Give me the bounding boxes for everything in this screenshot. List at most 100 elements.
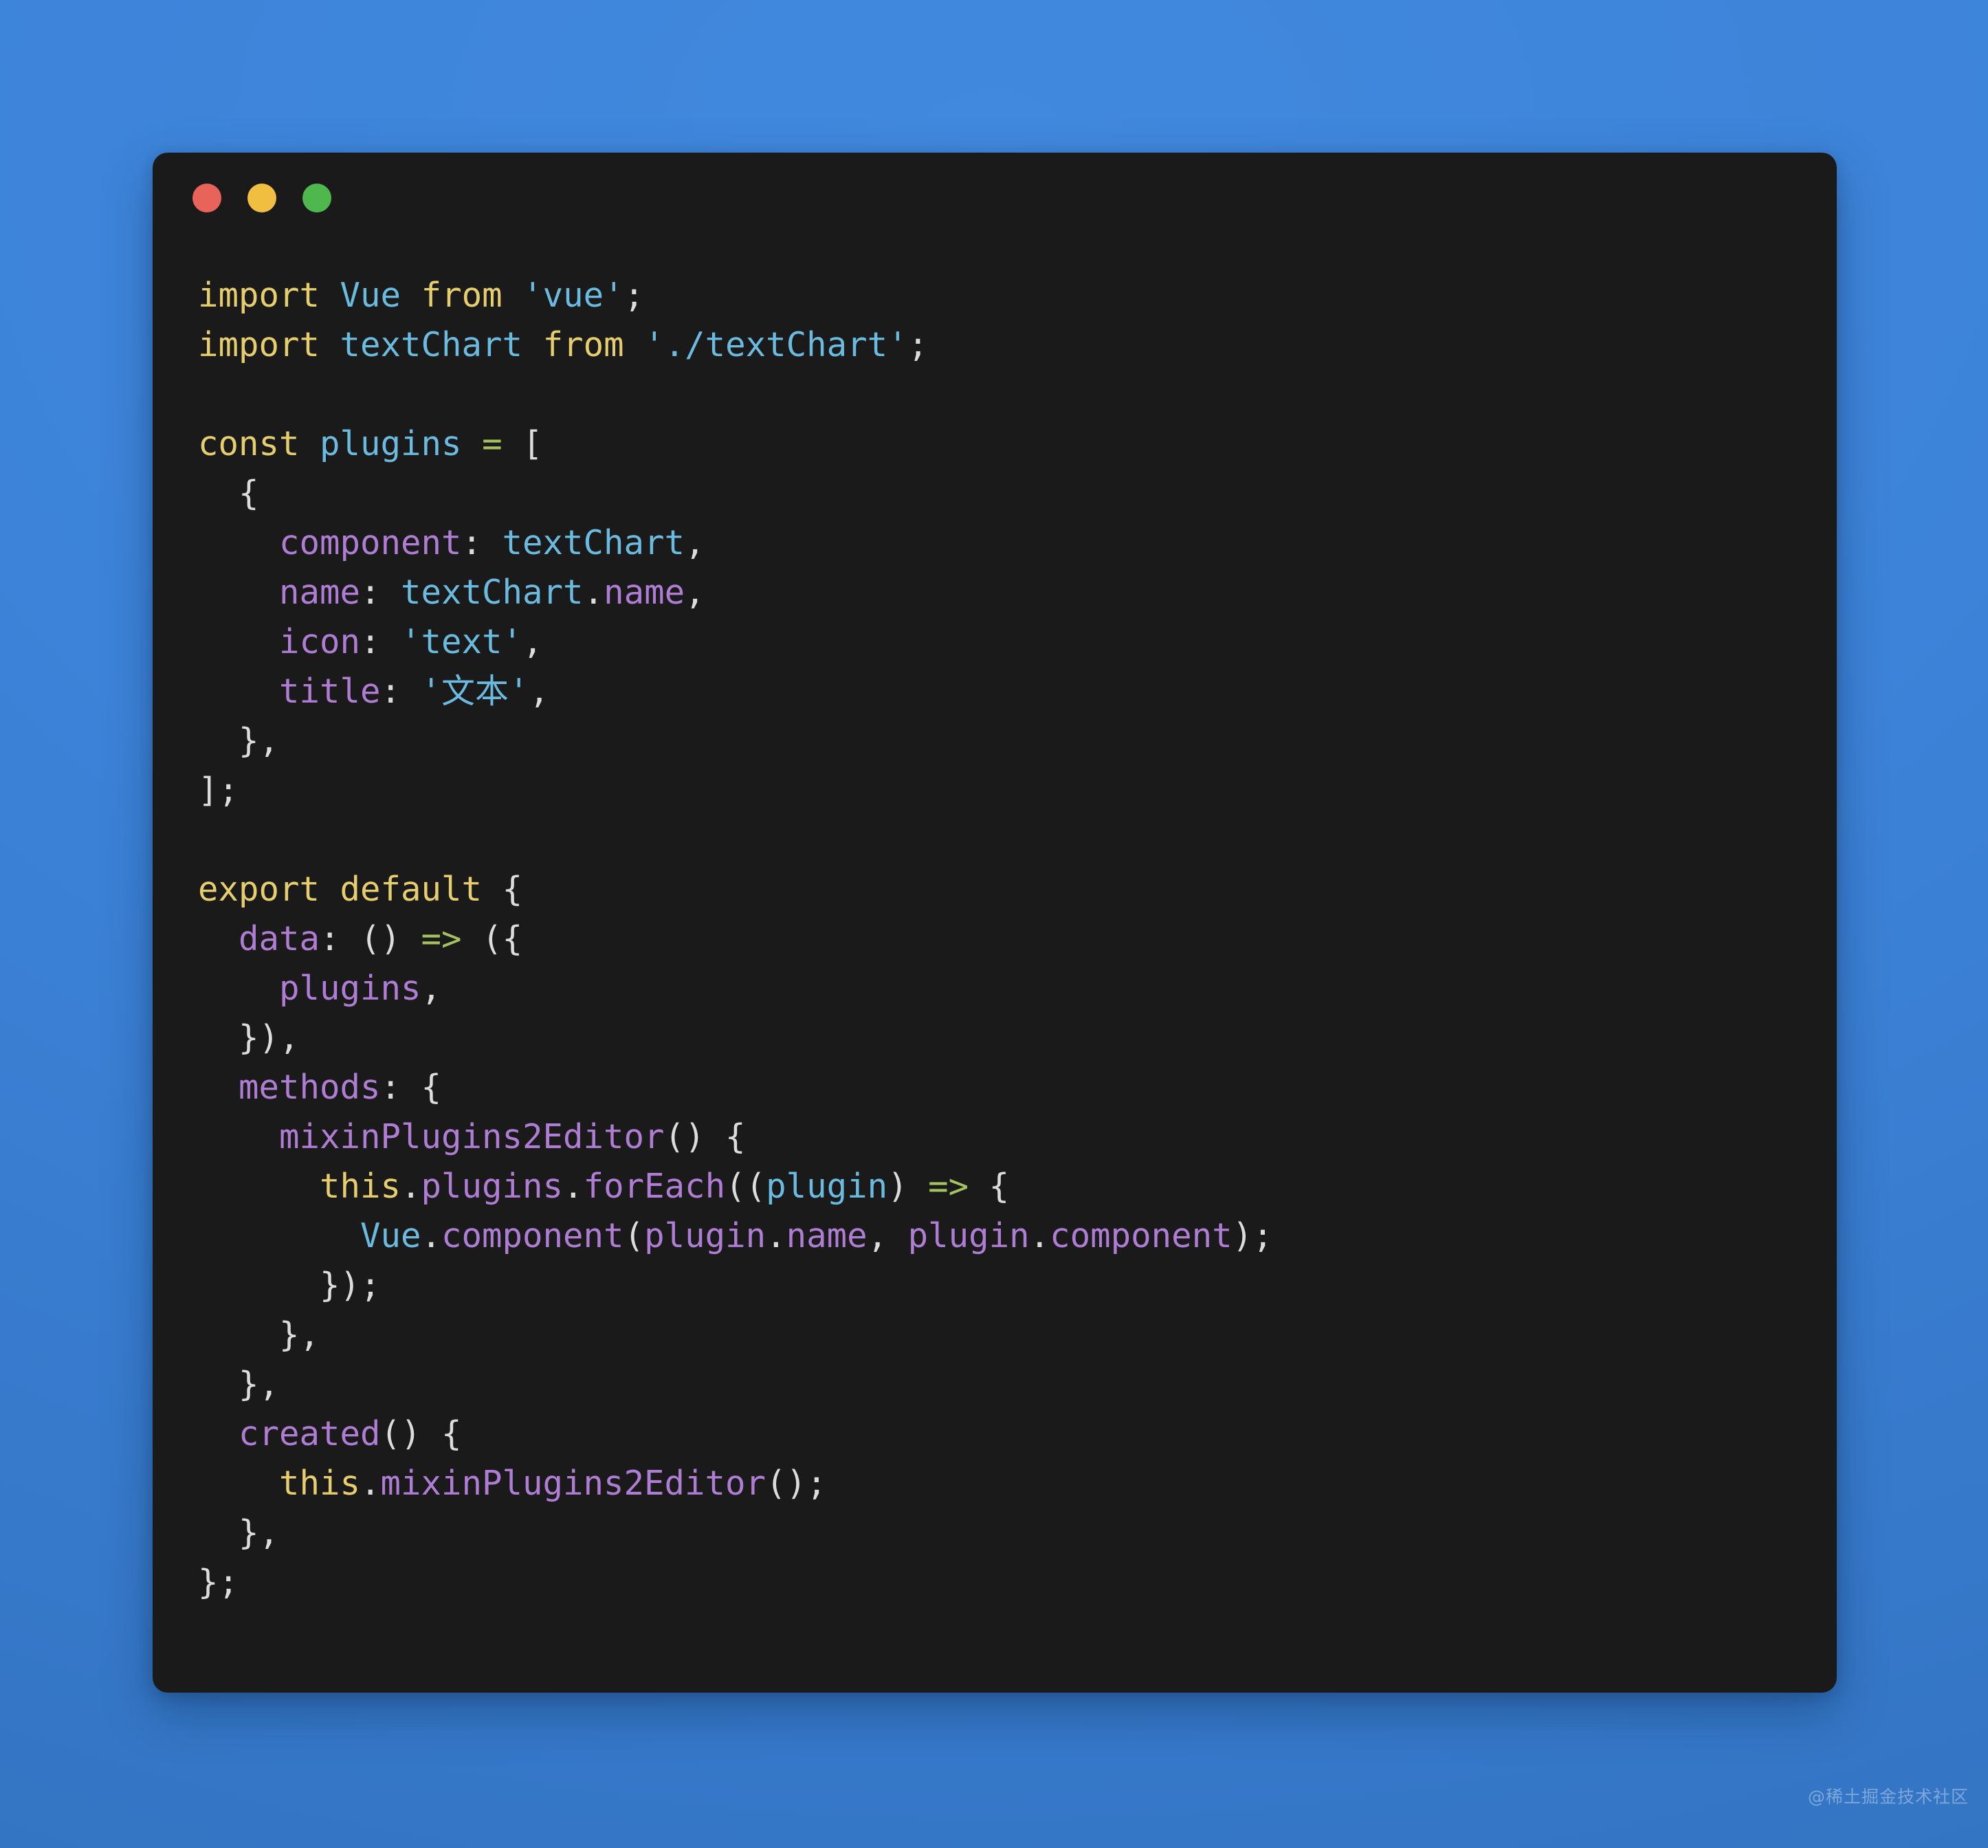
token-punctuation: . [563,1167,584,1206]
code-line: ]; [198,766,1837,815]
code-line: }, [198,1508,1837,1558]
zoom-button[interactable] [302,184,331,212]
token-punctuation: , [522,622,543,661]
token-punctuation: ; [907,325,929,364]
token-property: plugin [644,1216,766,1255]
code-line: }), [198,1013,1837,1063]
token-operator: = [482,424,502,463]
token-string: 'vue' [522,276,624,315]
code-line: created() { [198,1409,1837,1459]
token-identifier: Vue [340,276,401,315]
token-operator: => [928,1167,969,1206]
token-property: icon [279,622,361,661]
token-property: name [604,573,685,612]
token-identifier: textChart [502,523,685,562]
token-keyword: from [542,325,624,364]
token-property: component [441,1216,624,1255]
token-string: '文本' [421,672,529,711]
token-property: mixinPlugins2Editor [279,1117,665,1156]
token-punctuation: ({ [461,919,523,958]
code-line: methods: { [198,1063,1837,1112]
token-keyword: from [421,276,502,315]
token-punctuation: () { [664,1117,746,1156]
token-punctuation: [ [522,424,543,463]
token-property: name [279,573,361,612]
code-line: }, [198,1310,1837,1360]
token-identifier: textChart [401,573,584,612]
token-punctuation: : () [320,919,421,958]
token-punctuation: , [867,1216,908,1255]
token-punctuation: ( [623,1216,645,1255]
window-titlebar [153,153,1837,243]
token-punctuation: , [529,672,550,711]
token-property: created [239,1414,381,1453]
token-punctuation: : [461,523,502,562]
token-property: component [1050,1216,1233,1255]
token-punctuation: ; [623,276,645,315]
token-property: title [279,672,381,711]
token-property: component [279,523,462,562]
token-property: name [786,1216,868,1255]
token-punctuation: }, [239,721,280,760]
token-string: './textChart' [644,325,908,364]
token-keyword: const [198,424,300,463]
token-keyword: import [198,325,320,364]
token-punctuation: }), [239,1018,300,1057]
code-line: }; [198,1558,1837,1607]
token-keyword: export [198,870,320,909]
code-line: }); [198,1261,1837,1310]
code-line: }, [198,716,1837,766]
token-punctuation: . [421,1216,442,1255]
token-punctuation: : { [380,1068,442,1107]
token-operator: => [421,919,462,958]
code-line: export default { [198,865,1837,914]
token-keyword: default [340,870,483,909]
code-line: icon: 'text', [198,617,1837,667]
token-keyword: import [198,276,320,315]
token-property: methods [239,1068,381,1107]
watermark: @稀土掘金技术社区 [1807,1787,1969,1807]
token-punctuation: { [502,870,523,909]
code-line: const plugins = [ [198,419,1837,469]
token-punctuation: . [360,1464,381,1503]
code-window: import Vue from 'vue'; import textChart f… [153,153,1837,1693]
token-punctuation: }, [239,1365,280,1404]
code-line: { [198,469,1837,518]
token-property: mixinPlugins2Editor [380,1464,766,1503]
code-line: }, [198,1360,1837,1409]
code-line: mixinPlugins2Editor() { [198,1112,1837,1162]
token-identifier: plugins [320,424,462,463]
code-line: import textChart from './textChart'; [198,320,1837,370]
token-punctuation: }; [198,1563,239,1602]
token-identifier: Vue [360,1216,421,1255]
token-punctuation: }, [279,1315,320,1354]
token-property: data [239,919,320,958]
close-button[interactable] [192,184,221,212]
code-line: title: '文本', [198,667,1837,716]
token-punctuation: { [969,1167,1010,1206]
token-punctuation: . [1029,1216,1050,1255]
code-line: this.mixinPlugins2Editor(); [198,1459,1837,1508]
token-punctuation: ]; [198,771,239,810]
token-punctuation: , [685,523,705,562]
code-line: Vue.component(plugin.name, plugin.compon… [198,1211,1837,1261]
token-punctuation: }); [320,1266,381,1305]
token-identifier: textChart [340,325,523,364]
code-editor-area[interactable]: import Vue from 'vue'; import textChart f… [153,243,1837,1693]
code-line: data: () => ({ [198,914,1837,964]
code-line: import Vue from 'vue'; [198,271,1837,320]
code-line: name: textChart.name, [198,568,1837,617]
token-punctuation: : [360,622,401,661]
code-line: plugins, [198,964,1837,1013]
code-line: this.plugins.forEach((plugin) => { [198,1162,1837,1211]
minimize-button[interactable] [247,184,276,212]
token-punctuation: ) [887,1167,929,1206]
token-punctuation: : [380,672,421,711]
token-punctuation: . [401,1167,421,1206]
code-block: import Vue from 'vue'; import textChart f… [198,271,1837,1607]
token-keyword: this [279,1464,361,1503]
token-identifier: plugin [766,1167,888,1206]
token-punctuation: () { [380,1414,462,1453]
